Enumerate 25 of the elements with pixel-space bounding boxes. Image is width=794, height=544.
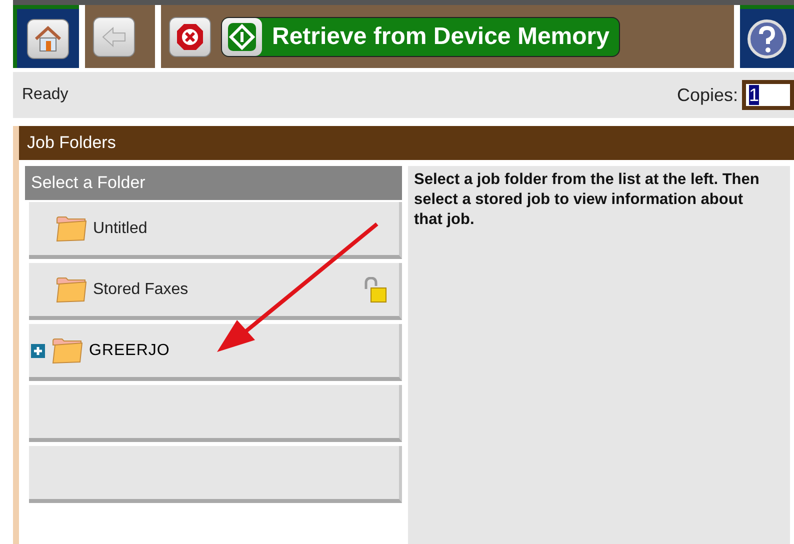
- start-button[interactable]: Retrieve from Device Memory: [221, 16, 620, 56]
- left-arrow-icon: [101, 26, 127, 48]
- folder-icon: [55, 214, 87, 242]
- help-icon[interactable]: [747, 18, 787, 58]
- folder-icon: [51, 336, 83, 364]
- home-icon: [34, 26, 62, 52]
- folder-item[interactable]: GREERJO: [29, 324, 402, 381]
- folder-item[interactable]: Untitled: [29, 202, 402, 259]
- panel-title: Job Folders: [19, 126, 794, 160]
- folder-icon: [55, 276, 87, 304]
- expand-icon[interactable]: [31, 344, 45, 358]
- folder-name: Untitled: [93, 220, 148, 238]
- copies-label: Copies:: [676, 84, 738, 106]
- status-text: Ready: [22, 86, 70, 104]
- start-icon: [227, 22, 257, 52]
- back-button[interactable]: [93, 16, 135, 56]
- cancel-button[interactable]: [169, 16, 211, 56]
- home-button[interactable]: [27, 18, 69, 58]
- folder-name: GREERJO: [89, 342, 171, 360]
- folder-item[interactable]: Stored Faxes: [29, 263, 402, 320]
- copies-field[interactable]: 1: [742, 80, 794, 110]
- folder-name: Stored Faxes: [93, 280, 190, 298]
- info-text: Select a job folder from the list at the left. Then select a stored job to view information about that job.: [414, 170, 760, 230]
- close-icon: [176, 22, 204, 50]
- list-title: Select a Folder: [25, 166, 402, 200]
